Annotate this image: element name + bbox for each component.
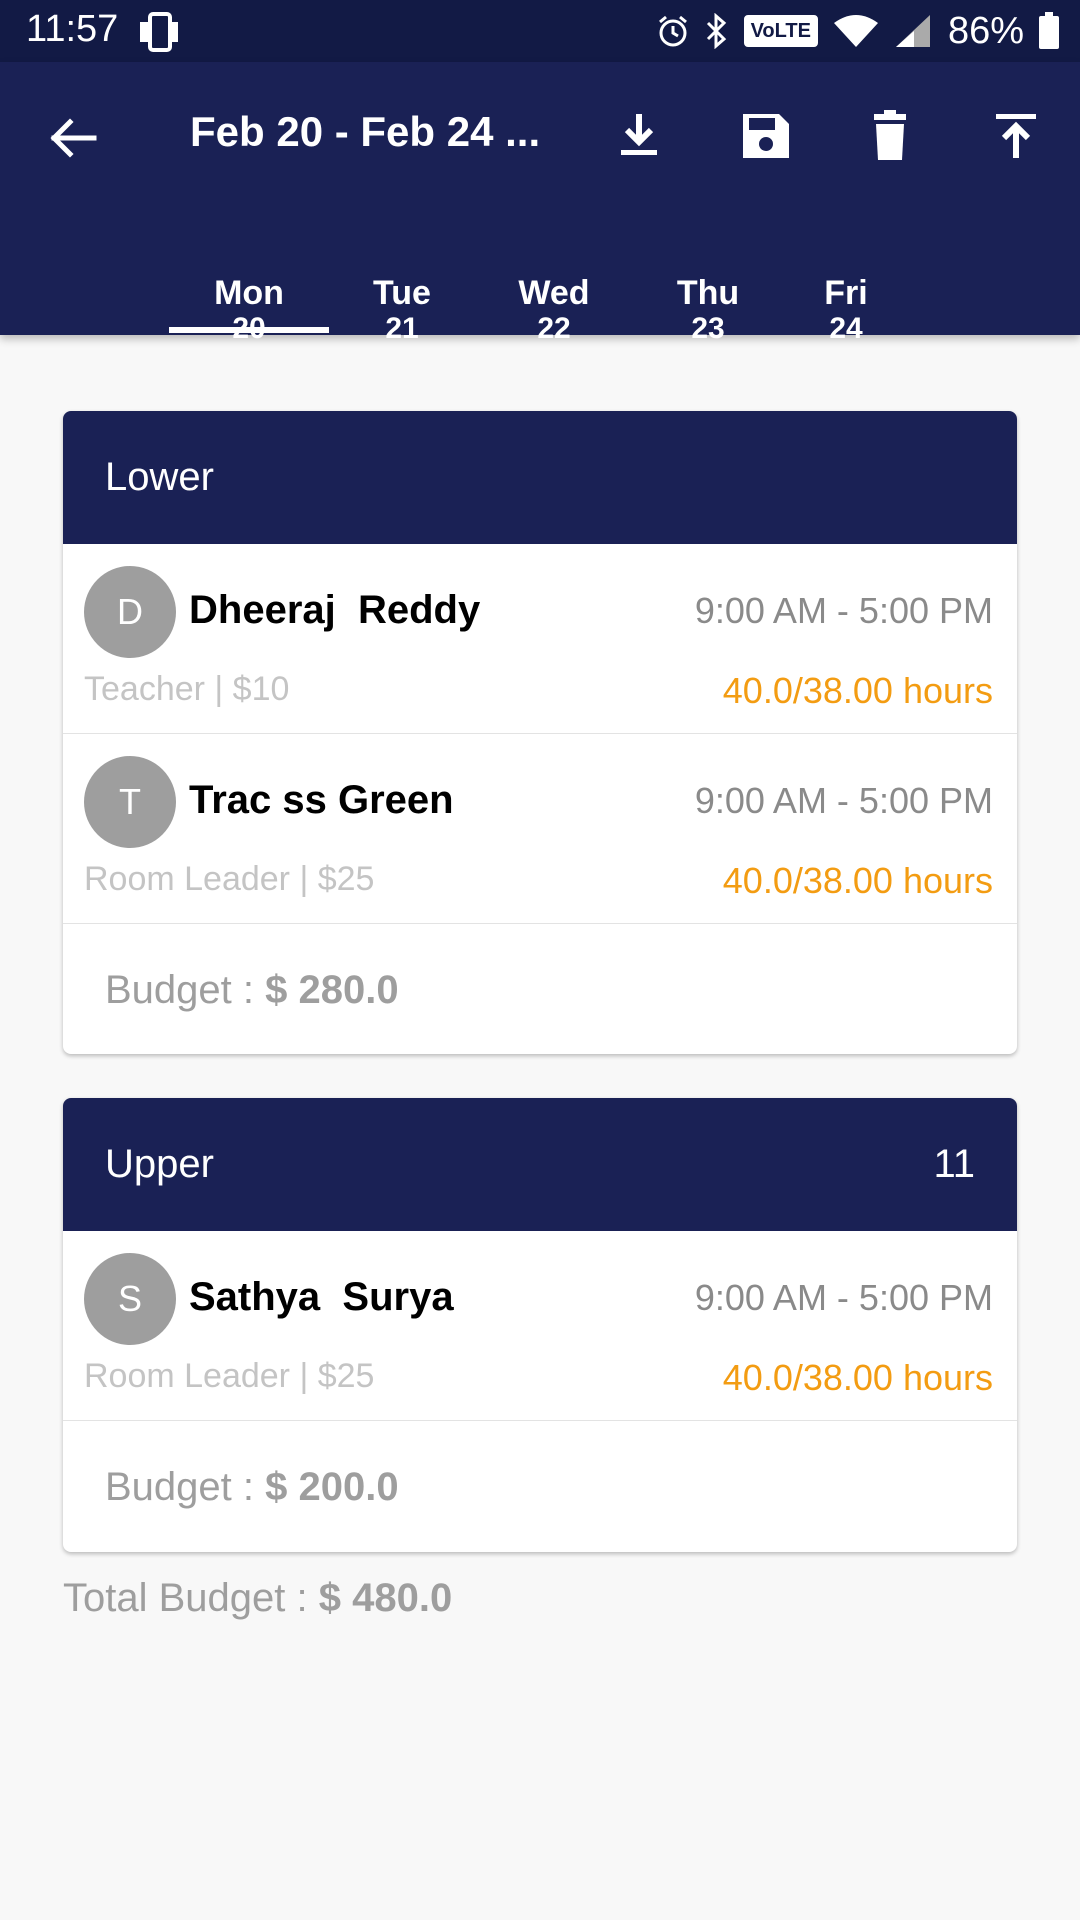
tab-mon[interactable]: Mon 20 (169, 210, 329, 345)
total-budget-value: $ 480.0 (318, 1576, 453, 1620)
budget-value: $ 280.0 (265, 968, 399, 1012)
total-budget-label: Total Budget : (63, 1576, 319, 1620)
download-button[interactable] (609, 106, 669, 166)
tab-date: 22 (537, 312, 571, 345)
total-budget: Total Budget : $ 480.0 (63, 1576, 452, 1621)
tab-date: 23 (691, 312, 725, 345)
shift-time: 9:00 AM - 5:00 PM (694, 590, 993, 631)
tab-day: Wed (518, 274, 590, 312)
trash-icon (874, 110, 906, 160)
room-card-upper: Upper 11 S Sathya Surya 9:00 AM - 5:00 P… (63, 1098, 1017, 1552)
tab-thu[interactable]: Thu 23 (648, 210, 768, 345)
phone-sync-icon (140, 12, 178, 52)
shift-time: 9:00 AM - 5:00 PM (694, 780, 993, 821)
staff-hours: 40.0/38.00 hours (722, 670, 993, 711)
staff-name: Dheeraj Reddy (189, 588, 481, 632)
budget-row: Budget : $ 280.0 (63, 924, 1017, 1054)
tab-day: Mon (214, 274, 284, 312)
tab-date: 21 (385, 312, 419, 345)
signal-icon (895, 15, 930, 47)
staff-name: Trac ss Green (189, 778, 454, 822)
staff-role: Room Leader | $25 (84, 860, 375, 898)
day-tabs: Mon 20 Tue 21 Wed 22 Thu 23 Fri 24 (0, 210, 1080, 345)
tab-tue[interactable]: Tue 21 (342, 210, 462, 345)
avatar: S (84, 1253, 176, 1345)
budget-label: Budget : (105, 1465, 266, 1509)
room-budget: Budget : $ 280.0 (105, 968, 399, 1013)
battery-percent: 86% (947, 9, 1024, 52)
download-icon (621, 114, 657, 155)
volte-badge: VoLTE (743, 15, 818, 47)
staff-row[interactable]: T Trac ss Green 9:00 AM - 5:00 PM Room L… (63, 734, 1017, 924)
upload-button[interactable] (986, 106, 1046, 166)
room-card-lower: Lower D Dheeraj Reddy 9:00 AM - 5:00 PM … (63, 411, 1017, 1054)
staff-name: Sathya Surya (189, 1275, 454, 1319)
room-header[interactable]: Upper 11 (63, 1098, 1017, 1231)
alarm-icon (658, 15, 687, 47)
room-count: 11 (933, 1142, 975, 1186)
tab-day: Fri (824, 274, 868, 312)
tab-indicator (169, 327, 329, 333)
tab-wed[interactable]: Wed 22 (494, 210, 614, 345)
room-header[interactable]: Lower (63, 411, 1017, 544)
avatar: D (84, 566, 176, 658)
battery-icon (1039, 12, 1059, 49)
upload-icon (996, 114, 1036, 158)
date-range-title[interactable]: Feb 20 - Feb 24 ... (190, 108, 540, 156)
tab-day: Thu (676, 274, 740, 312)
status-time: 11:57 (26, 8, 119, 50)
tab-fri[interactable]: Fri 24 (786, 210, 906, 345)
delete-button[interactable] (860, 106, 920, 166)
budget-row: Budget : $ 200.0 (63, 1421, 1017, 1552)
staff-role: Room Leader | $25 (84, 1357, 375, 1395)
staff-row[interactable]: D Dheeraj Reddy 9:00 AM - 5:00 PM Teache… (63, 544, 1017, 734)
staff-hours: 40.0/38.00 hours (722, 860, 993, 901)
back-arrow-icon[interactable] (44, 110, 100, 166)
save-icon (743, 114, 789, 158)
room-budget: Budget : $ 200.0 (105, 1465, 399, 1510)
wifi-icon (833, 15, 878, 47)
save-button[interactable] (735, 106, 795, 166)
status-bar: 11:57 VoLTE 86% (0, 0, 1080, 62)
shift-time: 9:00 AM - 5:00 PM (694, 1277, 993, 1318)
tab-day: Tue (373, 274, 431, 312)
room-name: Upper (105, 1142, 214, 1186)
avatar: T (84, 756, 176, 848)
room-name: Lower (105, 455, 214, 499)
status-icons: VoLTE 86% (642, 6, 1060, 56)
app-bar: Feb 20 - Feb 24 ... Mon 20 T (0, 62, 1080, 345)
budget-label: Budget : (105, 968, 266, 1012)
budget-value: $ 200.0 (265, 1465, 399, 1509)
tab-date: 24 (829, 312, 863, 345)
staff-hours: 40.0/38.00 hours (722, 1357, 993, 1398)
staff-role: Teacher | $10 (84, 670, 290, 708)
bluetooth-icon (706, 13, 726, 49)
staff-row[interactable]: S Sathya Surya 9:00 AM - 5:00 PM Room Le… (63, 1231, 1017, 1421)
